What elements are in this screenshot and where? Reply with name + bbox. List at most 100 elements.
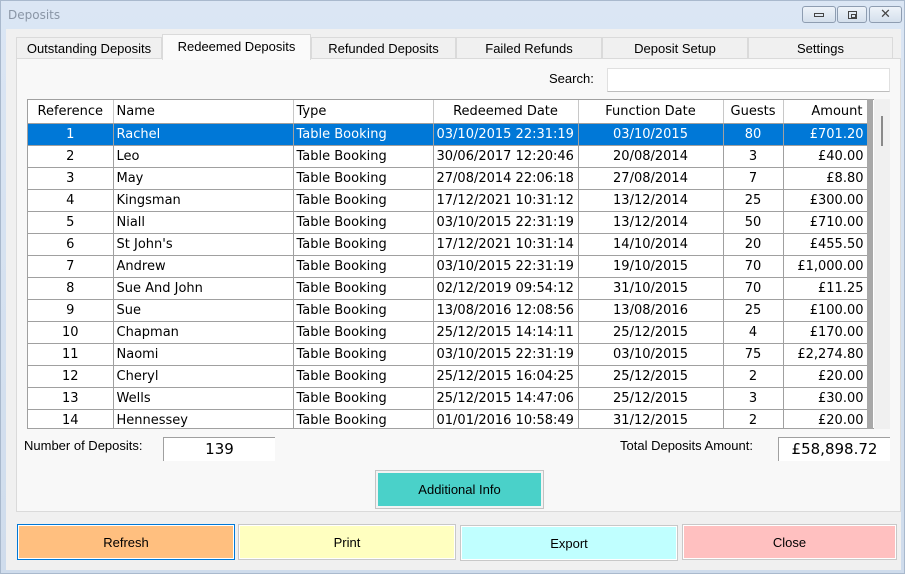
table-row[interactable]: 14 Hennessey Table Booking 01/01/2016 10:58…	[28, 409, 868, 428]
cell-type[interactable]: Table Booking	[293, 233, 434, 256]
cell-amount[interactable]: £1,000.00	[783, 255, 868, 278]
cell-name[interactable]: Hennessey	[113, 409, 294, 428]
cell-amount[interactable]: £8.80	[783, 167, 868, 190]
cell-reference[interactable]: 1	[28, 123, 114, 146]
cell-function-date[interactable]: 25/12/2015	[578, 387, 724, 410]
cell-function-date[interactable]: 20/08/2014	[578, 145, 724, 168]
cell-function-date[interactable]: 31/12/2015	[578, 409, 724, 428]
column-header-redeemed-date[interactable]: Redeemed Date	[433, 100, 579, 124]
cell-reference[interactable]: 9	[28, 299, 114, 322]
tab-deposit-setup[interactable]: Deposit Setup	[602, 37, 748, 59]
cell-name[interactable]: Cheryl	[113, 365, 294, 388]
cell-amount[interactable]: £11.25	[783, 277, 868, 300]
table-row[interactable]: 13 Wells Table Booking 25/12/2015 14:47:06 2…	[28, 387, 868, 410]
cell-redeemed-date[interactable]: 03/10/2015 22:31:19	[433, 255, 579, 278]
additional-info-button[interactable]: Additional Info	[375, 470, 544, 509]
cell-reference[interactable]: 14	[28, 409, 114, 428]
cell-redeemed-date[interactable]: 02/12/2019 09:54:12	[433, 277, 579, 300]
cell-name[interactable]: Rachel	[113, 123, 294, 146]
cell-name[interactable]: Chapman	[113, 321, 294, 344]
cell-type[interactable]: Table Booking	[293, 343, 434, 366]
cell-guests[interactable]: 80	[723, 123, 784, 146]
cell-function-date[interactable]: 13/08/2016	[578, 299, 724, 322]
table-row[interactable]: 1 Rachel Table Booking 03/10/2015 22:31:19 0…	[28, 123, 868, 146]
cell-amount[interactable]: £40.00	[783, 145, 868, 168]
cell-type[interactable]: Table Booking	[293, 211, 434, 234]
cell-guests[interactable]: 50	[723, 211, 784, 234]
cell-redeemed-date[interactable]: 25/12/2015 14:47:06	[433, 387, 579, 410]
cell-reference[interactable]: 2	[28, 145, 114, 168]
table-row[interactable]: 8 Sue And John Table Booking 02/12/2019 09:…	[28, 277, 868, 300]
cell-guests[interactable]: 70	[723, 255, 784, 278]
cell-redeemed-date[interactable]: 17/12/2021 10:31:12	[433, 189, 579, 212]
cell-function-date[interactable]: 25/12/2015	[578, 365, 724, 388]
cell-guests[interactable]: 75	[723, 343, 784, 366]
deposits-grid[interactable]: Reference Name Type Redeemed Date Functi…	[27, 99, 887, 429]
column-header-amount[interactable]: Amount	[783, 100, 868, 124]
cell-amount[interactable]: £710.00	[783, 211, 868, 234]
table-row[interactable]: 5 Niall Table Booking 03/10/2015 22:31:19 13…	[28, 211, 868, 234]
tab-outstanding-deposits[interactable]: Outstanding Deposits	[16, 37, 162, 59]
cell-reference[interactable]: 12	[28, 365, 114, 388]
cell-type[interactable]: Table Booking	[293, 299, 434, 322]
vertical-scrollbar[interactable]	[874, 99, 890, 429]
cell-name[interactable]: Naomi	[113, 343, 294, 366]
cell-reference[interactable]: 11	[28, 343, 114, 366]
cell-name[interactable]: Sue	[113, 299, 294, 322]
cell-type[interactable]: Table Booking	[293, 189, 434, 212]
table-row[interactable]: 10 Chapman Table Booking 25/12/2015 14:14:1…	[28, 321, 868, 344]
cell-type[interactable]: Table Booking	[293, 123, 434, 146]
cell-redeemed-date[interactable]: 01/01/2016 10:58:49	[433, 409, 579, 428]
table-row[interactable]: 9 Sue Table Booking 13/08/2016 12:08:56 13/0…	[28, 299, 868, 322]
print-button[interactable]: Print	[238, 524, 456, 560]
column-header-reference[interactable]: Reference	[28, 100, 114, 124]
table-row[interactable]: 6 St John's Table Booking 17/12/2021 10:31:…	[28, 233, 868, 256]
cell-redeemed-date[interactable]: 13/08/2016 12:08:56	[433, 299, 579, 322]
cell-reference[interactable]: 7	[28, 255, 114, 278]
cell-name[interactable]: St John's	[113, 233, 294, 256]
cell-type[interactable]: Table Booking	[293, 409, 434, 428]
tab-failed-refunds[interactable]: Failed Refunds	[456, 37, 602, 59]
cell-amount[interactable]: £170.00	[783, 321, 868, 344]
cell-redeemed-date[interactable]: 03/10/2015 22:31:19	[433, 211, 579, 234]
close-button[interactable]: Close	[682, 524, 897, 560]
cell-redeemed-date[interactable]: 03/10/2015 22:31:19	[433, 123, 579, 146]
cell-type[interactable]: Table Booking	[293, 321, 434, 344]
cell-redeemed-date[interactable]: 03/10/2015 22:31:19	[433, 343, 579, 366]
table-row[interactable]: 7 Andrew Table Booking 03/10/2015 22:31:19 1…	[28, 255, 868, 278]
cell-amount[interactable]: £300.00	[783, 189, 868, 212]
cell-name[interactable]: Sue And John	[113, 277, 294, 300]
title-bar[interactable]: Deposits ✕	[1, 1, 904, 29]
cell-guests[interactable]: 20	[723, 233, 784, 256]
cell-redeemed-date[interactable]: 30/06/2017 12:20:46	[433, 145, 579, 168]
cell-redeemed-date[interactable]: 25/12/2015 14:14:11	[433, 321, 579, 344]
cell-guests[interactable]: 7	[723, 167, 784, 190]
cell-amount[interactable]: £455.50	[783, 233, 868, 256]
table-row[interactable]: 11 Naomi Table Booking 03/10/2015 22:31:19 0…	[28, 343, 868, 366]
cell-name[interactable]: Kingsman	[113, 189, 294, 212]
scrollbar-thumb[interactable]	[881, 116, 883, 146]
cell-type[interactable]: Table Booking	[293, 387, 434, 410]
cell-function-date[interactable]: 25/12/2015	[578, 321, 724, 344]
table-row[interactable]: 2 Leo Table Booking 30/06/2017 12:20:46 20/0…	[28, 145, 868, 168]
cell-function-date[interactable]: 13/12/2014	[578, 189, 724, 212]
table-row[interactable]: 12 Cheryl Table Booking 25/12/2015 16:04:25…	[28, 365, 868, 388]
cell-amount[interactable]: £20.00	[783, 365, 868, 388]
refresh-button[interactable]: Refresh	[17, 524, 235, 560]
cell-guests[interactable]: 3	[723, 145, 784, 168]
cell-redeemed-date[interactable]: 27/08/2014 22:06:18	[433, 167, 579, 190]
cell-guests[interactable]: 25	[723, 299, 784, 322]
maximize-button[interactable]	[837, 6, 867, 23]
cell-amount[interactable]: £701.20	[783, 123, 868, 146]
cell-type[interactable]: Table Booking	[293, 277, 434, 300]
column-header-name[interactable]: Name	[113, 100, 294, 124]
cell-amount[interactable]: £20.00	[783, 409, 868, 428]
cell-type[interactable]: Table Booking	[293, 145, 434, 168]
column-header-type[interactable]: Type	[293, 100, 434, 124]
cell-type[interactable]: Table Booking	[293, 167, 434, 190]
cell-function-date[interactable]: 14/10/2014	[578, 233, 724, 256]
cell-name[interactable]: Andrew	[113, 255, 294, 278]
export-button[interactable]: Export	[460, 525, 678, 561]
tab-refunded-deposits[interactable]: Refunded Deposits	[311, 37, 456, 59]
cell-function-date[interactable]: 03/10/2015	[578, 343, 724, 366]
